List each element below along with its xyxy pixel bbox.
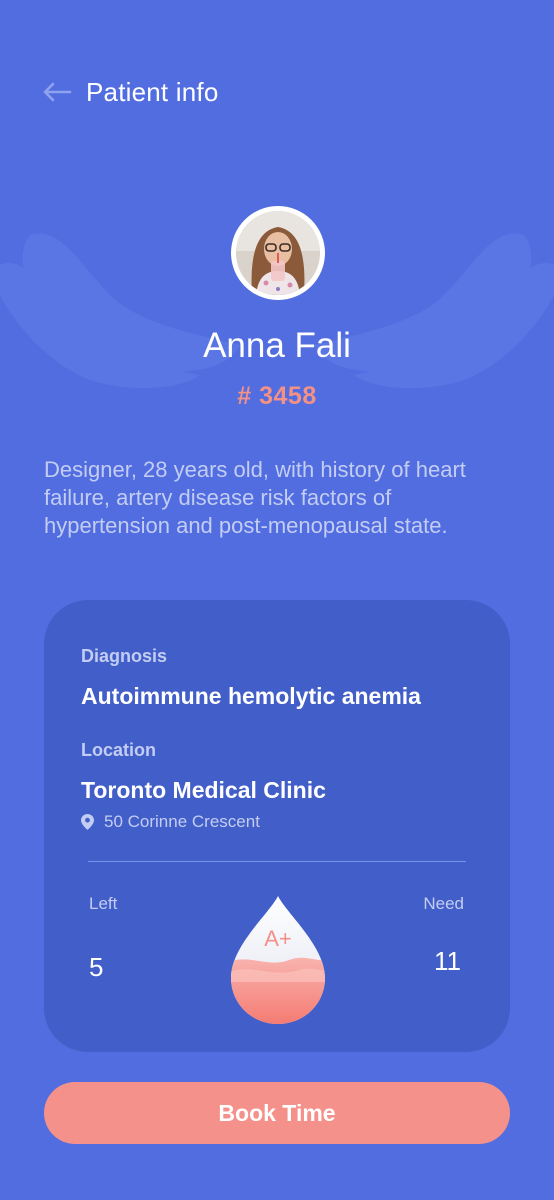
location-label: Location xyxy=(81,740,156,760)
patient-photo xyxy=(236,211,320,295)
location-pin-icon xyxy=(81,814,94,830)
blood-need-label: Need xyxy=(423,894,464,913)
diagnosis-label: Diagnosis xyxy=(81,646,168,666)
patient-details-card: Diagnosis Autoimmune hemolytic anemia Lo… xyxy=(44,600,510,1052)
address-text: 50 Corinne Crescent xyxy=(104,812,260,831)
location-value: Toronto Medical Clinic xyxy=(81,777,326,803)
patient-id: # 3458 xyxy=(237,382,317,410)
avatar[interactable] xyxy=(231,206,325,300)
arrow-left-icon xyxy=(43,82,72,102)
diagnosis-value: Autoimmune hemolytic anemia xyxy=(81,683,421,709)
blood-drop-icon: A+ xyxy=(231,896,325,1024)
patient-name: Anna Fali xyxy=(203,326,351,365)
divider xyxy=(88,861,466,862)
blood-left-value: 5 xyxy=(89,952,104,982)
page-title: Patient info xyxy=(86,76,219,107)
blood-drop-fill xyxy=(231,957,325,1024)
patient-bio: Designer, 28 years old, with history of … xyxy=(44,457,466,538)
back-button[interactable] xyxy=(42,72,74,112)
book-time-button[interactable]: Book Time xyxy=(44,1082,510,1144)
top-bar: Patient info xyxy=(42,72,219,112)
blood-type-label: A+ xyxy=(264,926,292,951)
blood-left-label: Left xyxy=(89,894,118,913)
blood-need-value: 11 xyxy=(434,946,461,976)
address-line: 50 Corinne Crescent xyxy=(81,812,260,832)
